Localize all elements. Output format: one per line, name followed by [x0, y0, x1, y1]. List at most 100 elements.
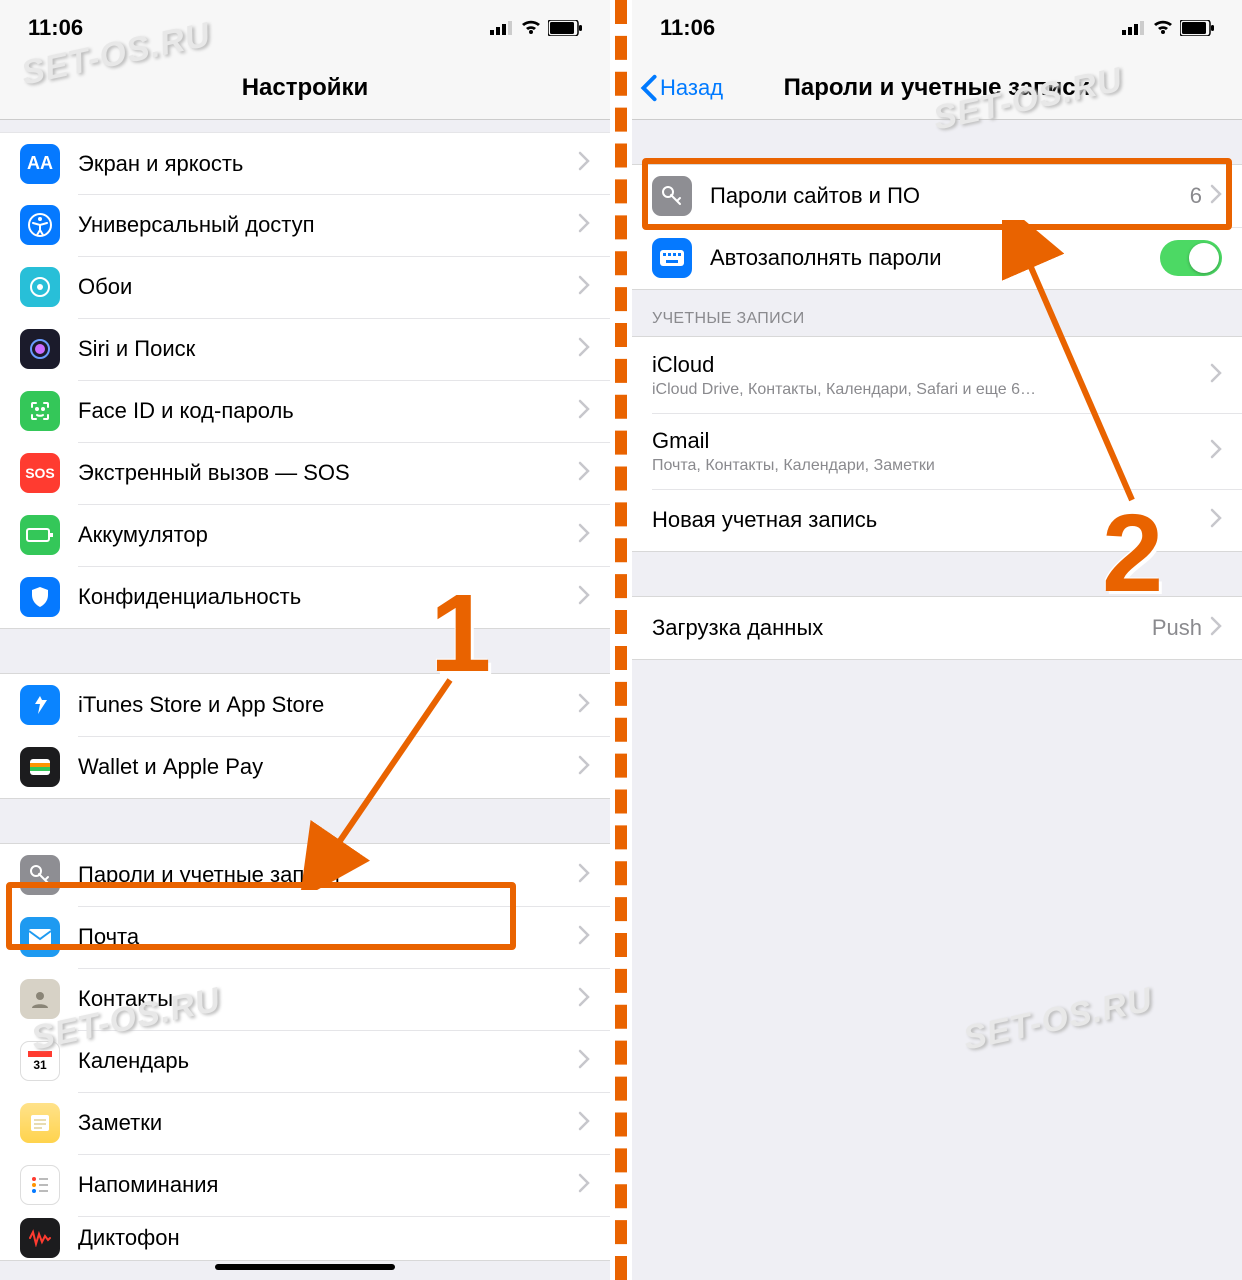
display-icon: AA — [20, 144, 60, 184]
row-label: Face ID и код-пароль — [78, 398, 578, 424]
appstore-icon — [20, 685, 60, 725]
row-label: iTunes Store и App Store — [78, 692, 578, 718]
faceid-icon — [20, 391, 60, 431]
chevron-right-icon — [578, 213, 590, 238]
chevron-right-icon — [578, 461, 590, 486]
row-autofill-passwords[interactable]: Автозаполнять пароли — [632, 227, 1242, 289]
row-label: Напоминания — [78, 1172, 578, 1198]
chevron-right-icon — [578, 1173, 590, 1198]
row-label: Загрузка данных — [652, 615, 1152, 641]
battery-row-icon — [20, 515, 60, 555]
key-icon — [652, 176, 692, 216]
row-label: Обои — [78, 274, 578, 300]
chevron-right-icon — [578, 693, 590, 718]
row-label: Пароли и учетные записи — [78, 862, 578, 888]
chevron-right-icon — [578, 523, 590, 548]
account-title: Gmail — [652, 428, 1210, 454]
home-indicator[interactable] — [215, 1264, 395, 1270]
back-button[interactable]: Назад — [640, 74, 723, 102]
cellular-icon — [1122, 21, 1146, 35]
row-label: Аккумулятор — [78, 522, 578, 548]
row-siri[interactable]: Siri и Поиск — [0, 318, 610, 380]
account-subtitle: Почта, Контакты, Календари, Заметки — [652, 457, 1210, 475]
screen-settings: 11:06 Настройки AA Экран и яркость Униве… — [0, 0, 610, 1280]
sos-icon: SOS — [20, 453, 60, 493]
row-account-icloud[interactable]: iCloud iCloud Drive, Контакты, Календари… — [632, 337, 1242, 413]
passwords-group: Пароли сайтов и ПО 6 Автозаполнять парол… — [632, 164, 1242, 290]
row-label: Контакты — [78, 986, 578, 1012]
nav-header: Назад Пароли и учетные записи — [632, 56, 1242, 120]
chevron-right-icon — [578, 925, 590, 950]
screen-passwords: 11:06 Назад Пароли и учетные записи Паро… — [632, 0, 1242, 1280]
row-display[interactable]: AA Экран и яркость — [0, 132, 610, 194]
row-label: Экран и яркость — [78, 151, 578, 177]
row-label: Siri и Поиск — [78, 336, 578, 362]
account-subtitle: iCloud Drive, Контакты, Календари, Safar… — [652, 381, 1210, 399]
chevron-right-icon — [578, 399, 590, 424]
row-label: Почта — [78, 924, 578, 950]
voicememo-icon — [20, 1218, 60, 1258]
account-title: iCloud — [652, 352, 1210, 378]
status-time: 11:06 — [660, 15, 715, 41]
row-website-app-passwords[interactable]: Пароли сайтов и ПО 6 — [632, 165, 1242, 227]
wifi-icon — [1152, 20, 1174, 36]
passwords-count: 6 — [1190, 183, 1202, 209]
row-notes[interactable]: Заметки — [0, 1092, 610, 1154]
row-mail[interactable]: Почта — [0, 906, 610, 968]
row-itunes-appstore[interactable]: iTunes Store и App Store — [0, 674, 610, 736]
row-label: Заметки — [78, 1110, 578, 1136]
chevron-right-icon — [1210, 184, 1222, 209]
row-label: Автозаполнять пароли — [710, 245, 1160, 271]
row-accessibility[interactable]: Универсальный доступ — [0, 194, 610, 256]
section-accounts-label: УЧЕТНЫЕ ЗАПИСИ — [632, 290, 1242, 336]
wallpaper-icon — [20, 267, 60, 307]
row-wallpaper[interactable]: Обои — [0, 256, 610, 318]
chevron-right-icon — [578, 1049, 590, 1074]
chevron-left-icon — [640, 74, 658, 102]
chevron-right-icon — [578, 863, 590, 888]
status-time: 11:06 — [28, 15, 83, 41]
cellular-icon — [490, 21, 514, 35]
screens-divider — [610, 0, 632, 1280]
chevron-right-icon — [578, 755, 590, 780]
battery-icon — [548, 20, 582, 36]
chevron-right-icon — [578, 987, 590, 1012]
row-calendar[interactable]: 31 Календарь — [0, 1030, 610, 1092]
wallet-icon — [20, 747, 60, 787]
chevron-right-icon — [1210, 616, 1222, 641]
keyboard-icon — [652, 238, 692, 278]
chevron-right-icon — [1210, 508, 1222, 533]
status-bar: 11:06 — [632, 0, 1242, 56]
row-label: Пароли сайтов и ПО — [710, 183, 1190, 209]
row-contacts[interactable]: Контакты — [0, 968, 610, 1030]
row-privacy[interactable]: Конфиденциальность — [0, 566, 610, 628]
row-wallet[interactable]: Wallet и Apple Pay — [0, 736, 610, 798]
row-label: Диктофон — [78, 1225, 590, 1251]
page-title: Настройки — [242, 74, 369, 102]
mail-icon — [20, 917, 60, 957]
settings-group-2: iTunes Store и App Store Wallet и Apple … — [0, 673, 610, 799]
watermark: SET-OS.RU — [960, 980, 1156, 1058]
row-account-gmail[interactable]: Gmail Почта, Контакты, Календари, Заметк… — [632, 413, 1242, 489]
siri-icon — [20, 329, 60, 369]
autofill-toggle[interactable] — [1160, 240, 1222, 276]
annotation-number-1: 1 — [430, 570, 491, 697]
calendar-icon: 31 — [20, 1041, 60, 1081]
nav-header: Настройки — [0, 56, 610, 120]
row-reminders[interactable]: Напоминания — [0, 1154, 610, 1216]
accessibility-icon — [20, 205, 60, 245]
notes-icon — [20, 1103, 60, 1143]
row-emergency-sos[interactable]: SOS Экстренный вызов — SOS — [0, 442, 610, 504]
back-label: Назад — [660, 75, 723, 101]
row-passwords-accounts[interactable]: Пароли и учетные записи — [0, 844, 610, 906]
battery-icon — [1180, 20, 1214, 36]
row-label: Экстренный вызов — SOS — [78, 460, 578, 486]
row-battery[interactable]: Аккумулятор — [0, 504, 610, 566]
page-title: Пароли и учетные записи — [784, 74, 1091, 102]
row-voice-memos[interactable]: Диктофон — [0, 1216, 610, 1260]
chevron-right-icon — [578, 585, 590, 610]
wifi-icon — [520, 20, 542, 36]
chevron-right-icon — [578, 1111, 590, 1136]
chevron-right-icon — [578, 151, 590, 176]
row-faceid[interactable]: Face ID и код-пароль — [0, 380, 610, 442]
